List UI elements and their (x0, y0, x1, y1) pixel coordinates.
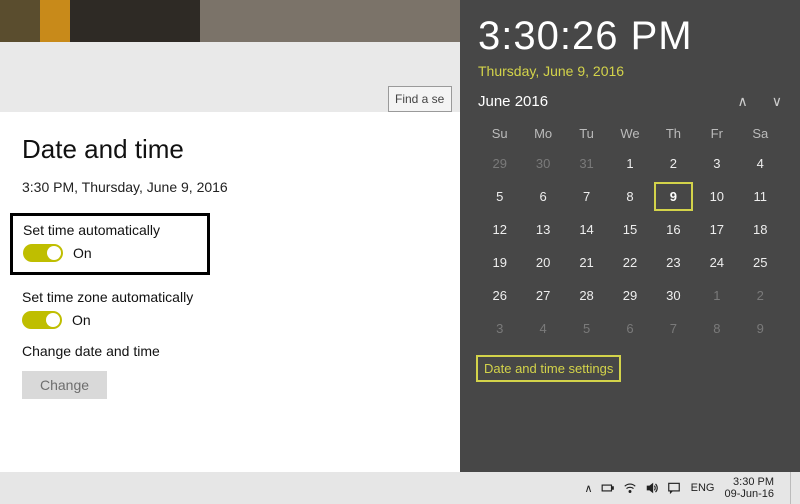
calendar-day[interactable]: 23 (652, 246, 695, 279)
calendar-day[interactable]: 4 (739, 147, 782, 180)
calendar-day[interactable]: 13 (521, 213, 564, 246)
calendar-day[interactable]: 18 (739, 213, 782, 246)
action-center-icon[interactable] (667, 481, 681, 495)
calendar-dow: Sa (739, 120, 782, 147)
calendar-day[interactable]: 9 (739, 312, 782, 345)
calendar-day[interactable]: 29 (608, 279, 651, 312)
change-datetime-label: Change date and time (22, 343, 438, 359)
calendar-dow: Th (652, 120, 695, 147)
tray-overflow-icon[interactable]: ∧ (585, 482, 593, 495)
volume-icon[interactable] (645, 481, 659, 495)
wifi-icon[interactable] (623, 481, 637, 495)
calendar-day[interactable]: 30 (652, 279, 695, 312)
auto-tz-label: Set time zone automatically (22, 289, 438, 305)
taskbar-clock[interactable]: 3:30 PM 09-Jun-16 (724, 476, 774, 500)
auto-time-toggle[interactable] (23, 244, 63, 262)
calendar-day-today[interactable]: 9 (652, 180, 695, 213)
calendar-day[interactable]: 8 (695, 312, 738, 345)
show-desktop-button[interactable] (790, 472, 796, 504)
calendar-day[interactable]: 29 (478, 147, 521, 180)
change-button[interactable]: Change (22, 371, 107, 399)
calendar-day[interactable]: 26 (478, 279, 521, 312)
flyout-date: Thursday, June 9, 2016 (478, 63, 782, 79)
calendar-day[interactable]: 14 (565, 213, 608, 246)
calendar-day[interactable]: 28 (565, 279, 608, 312)
auto-time-state: On (73, 245, 92, 261)
calendar-day[interactable]: 11 (739, 180, 782, 213)
settings-panel: Date and time 3:30 PM, Thursday, June 9,… (0, 112, 460, 472)
calendar-dow: Fr (695, 120, 738, 147)
calendar-day[interactable]: 7 (565, 180, 608, 213)
language-indicator[interactable]: ENG (691, 482, 715, 494)
system-tray[interactable]: ∧ (585, 481, 681, 495)
calendar-day[interactable]: 12 (478, 213, 521, 246)
highlight-auto-time: Set time automatically On (10, 213, 210, 275)
calendar-dow: Mo (521, 120, 564, 147)
calendar-day[interactable]: 5 (565, 312, 608, 345)
flyout-time: 3:30:26 PM (478, 14, 782, 59)
date-time-settings-link[interactable]: Date and time settings (478, 357, 619, 380)
calendar-day[interactable]: 6 (608, 312, 651, 345)
calendar-day[interactable]: 4 (521, 312, 564, 345)
clock-calendar-flyout: 3:30:26 PM Thursday, June 9, 2016 June 2… (460, 0, 800, 472)
calendar-day[interactable]: 27 (521, 279, 564, 312)
auto-tz-toggle[interactable] (22, 311, 62, 329)
calendar-dow: We (608, 120, 651, 147)
calendar-dow: Su (478, 120, 521, 147)
calendar-day[interactable]: 7 (652, 312, 695, 345)
calendar-day[interactable]: 6 (521, 180, 564, 213)
find-setting-input[interactable]: Find a se (388, 86, 452, 112)
calendar-day[interactable]: 2 (652, 147, 695, 180)
calendar-day[interactable]: 17 (695, 213, 738, 246)
calendar-day[interactable]: 1 (608, 147, 651, 180)
calendar-day[interactable]: 10 (695, 180, 738, 213)
calendar-day[interactable]: 21 (565, 246, 608, 279)
auto-tz-state: On (72, 312, 91, 328)
calendar-day[interactable]: 25 (739, 246, 782, 279)
calendar-grid: SuMoTuWeThFrSa 2930311234567891011121314… (478, 120, 782, 345)
auto-time-label: Set time automatically (23, 222, 197, 238)
calendar-prev-icon[interactable]: ∧ (738, 93, 748, 110)
calendar-day[interactable]: 2 (739, 279, 782, 312)
calendar-day[interactable]: 3 (695, 147, 738, 180)
calendar-next-icon[interactable]: ∨ (772, 93, 782, 110)
battery-icon[interactable] (601, 481, 615, 495)
taskbar: ∧ ENG 3:30 PM 09-Jun-16 (0, 472, 800, 504)
calendar-day[interactable]: 3 (478, 312, 521, 345)
calendar-day[interactable]: 24 (695, 246, 738, 279)
calendar-month-label[interactable]: June 2016 (478, 93, 548, 110)
taskbar-time: 3:30 PM (724, 476, 774, 488)
calendar-dow: Tu (565, 120, 608, 147)
calendar-day[interactable]: 5 (478, 180, 521, 213)
calendar-day[interactable]: 8 (608, 180, 651, 213)
calendar-day[interactable]: 16 (652, 213, 695, 246)
calendar-day[interactable]: 31 (565, 147, 608, 180)
taskbar-date: 09-Jun-16 (724, 488, 774, 500)
current-datetime-readout: 3:30 PM, Thursday, June 9, 2016 (22, 179, 438, 195)
calendar-day[interactable]: 19 (478, 246, 521, 279)
calendar-day[interactable]: 30 (521, 147, 564, 180)
calendar-day[interactable]: 22 (608, 246, 651, 279)
page-title: Date and time (22, 134, 438, 165)
calendar-day[interactable]: 15 (608, 213, 651, 246)
calendar-day[interactable]: 20 (521, 246, 564, 279)
desktop-wallpaper-strip (0, 0, 460, 42)
calendar-day[interactable]: 1 (695, 279, 738, 312)
